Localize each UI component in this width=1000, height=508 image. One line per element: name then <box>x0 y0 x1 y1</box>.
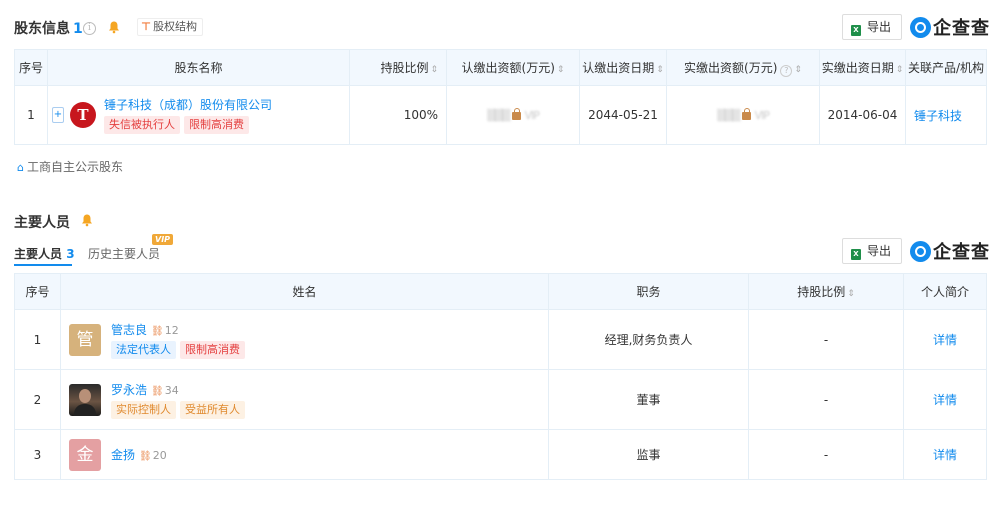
related-product-link[interactable]: 锤子科技 <box>905 85 987 145</box>
col-subscribed-amount[interactable]: 认缴出资额(万元) ⇕ <box>446 49 580 86</box>
shareholders-table: 序号 股东名称 持股比例 ⇕ 认缴出资额(万元) ⇕ 认缴出资日期 ⇕ 实缴出资额(万… <box>14 49 987 145</box>
qichacha-logo: 企查查 <box>910 239 990 263</box>
relation-count[interactable]: ⛓12 <box>151 324 179 337</box>
sort-icon[interactable]: ⇕ <box>557 65 565 75</box>
person-cell: 金 金扬 ⛓20 <box>60 429 549 480</box>
lock-icon <box>512 108 522 120</box>
paid-date-cell: 2014-06-04 <box>819 85 906 145</box>
table-row: 3 金 金扬 ⛓20 监事 - 详情 <box>14 429 987 480</box>
col-index: 序号 <box>14 273 61 310</box>
tab-key-personnel[interactable]: 主要人员 3 <box>14 245 75 262</box>
sort-icon[interactable]: ⇕ <box>847 289 855 299</box>
col-paid-amount[interactable]: 实缴出资额(万元)? ⇕ <box>666 49 820 86</box>
bell-icon[interactable] <box>107 20 121 34</box>
role-badge[interactable]: 实际控制人 <box>111 400 176 419</box>
vip-badge: VIP <box>152 234 174 245</box>
excel-icon: X <box>851 249 861 260</box>
col-name: 姓名 <box>60 273 549 310</box>
building-icon: ⌂ <box>17 161 24 174</box>
relation-icon: ⛓ <box>151 325 164 337</box>
company-name-link[interactable]: 锤子科技（成都）股份有限公司 <box>104 96 272 113</box>
subscribed-date-cell: 2044-05-21 <box>579 85 667 145</box>
shareholders-count: 1 <box>73 21 83 37</box>
paid-amount-cell[interactable]: ▒▒▒ VIP <box>666 85 820 145</box>
table-row: 1 管 管志良 ⛓12 法定代表人 限制高消费 经理,财务负责人 - 详情 <box>14 309 987 370</box>
col-paid-date[interactable]: 实缴出资日期 ⇕ <box>819 49 906 86</box>
avatar[interactable] <box>69 383 101 416</box>
ratio-cell: - <box>748 429 904 480</box>
role-badge[interactable]: 法定代表人 <box>111 340 176 359</box>
sort-icon[interactable]: ⇕ <box>656 65 664 75</box>
status-badge[interactable]: 限制高消费 <box>180 340 245 359</box>
person-name-link[interactable]: 金扬 <box>111 448 135 462</box>
personnel-header-row: 序号 姓名 职务 持股比例 ⇕ 个人简介 <box>14 273 987 310</box>
equity-structure-link[interactable]: ⊤ 股权结构 <box>137 18 204 36</box>
personnel-table: 序号 姓名 职务 持股比例 ⇕ 个人简介 1 管 管志良 ⛓12 法定代表人 限制高消… <box>14 273 987 480</box>
col-ratio[interactable]: 持股比例 ⇕ <box>349 49 447 86</box>
ratio-cell: - <box>748 369 904 430</box>
relation-count[interactable]: ⛓20 <box>139 449 167 462</box>
detail-link[interactable]: 详情 <box>903 309 987 370</box>
table-row: 1 + T 锤子科技（成都）股份有限公司 失信被执行人 限制高消费 100% ▒▒… <box>14 85 987 145</box>
shareholder-name-cell: + T 锤子科技（成都）股份有限公司 失信被执行人 限制高消费 <box>47 85 350 145</box>
export-button[interactable]: X 导出 <box>842 14 902 40</box>
excel-icon: X <box>851 25 861 36</box>
status-badge[interactable]: 失信被执行人 <box>104 116 180 134</box>
person-name-link[interactable]: 罗永浩 <box>111 383 147 397</box>
avatar[interactable]: 金 <box>69 438 101 471</box>
shareholders-title: 股东信息 1 <box>14 21 83 37</box>
row-index: 3 <box>14 429 61 480</box>
structure-icon: ⊤ <box>141 20 152 33</box>
status-badge[interactable]: 限制高消费 <box>184 116 249 134</box>
help-icon[interactable]: ? <box>780 64 793 77</box>
shareholders-header-row: 序号 股东名称 持股比例 ⇕ 认缴出资额(万元) ⇕ 认缴出资日期 ⇕ 实缴出资额(万… <box>14 49 987 86</box>
tab-history-personnel[interactable]: 历史主要人员 <box>88 245 160 262</box>
position-cell: 董事 <box>548 369 749 430</box>
sort-icon[interactable]: ⇕ <box>794 65 802 75</box>
person-name-link[interactable]: 管志良 <box>111 323 147 337</box>
sort-icon[interactable]: ⇕ <box>430 65 438 75</box>
info-icon[interactable]: i <box>83 22 96 35</box>
relation-count[interactable]: ⛓34 <box>151 384 179 397</box>
ratio-cell: - <box>748 309 904 370</box>
sort-icon[interactable]: ⇕ <box>896 65 904 75</box>
position-cell: 经理,财务负责人 <box>548 309 749 370</box>
col-position: 职务 <box>548 273 749 310</box>
col-bio: 个人简介 <box>903 273 987 310</box>
logo-mark-icon <box>910 240 931 262</box>
public-shareholders-link[interactable]: ⌂ 工商自主公示股东 <box>17 158 123 175</box>
expand-icon[interactable]: + <box>52 107 64 123</box>
avatar[interactable]: 管 <box>69 323 101 356</box>
row-index: 1 <box>14 309 61 370</box>
person-cell: 罗永浩 ⛓34 实际控制人 受益所有人 <box>60 369 549 430</box>
export-button[interactable]: X 导出 <box>842 238 902 264</box>
position-cell: 监事 <box>548 429 749 480</box>
qichacha-logo: 企查查 <box>910 15 990 39</box>
person-cell: 管 管志良 ⛓12 法定代表人 限制高消费 <box>60 309 549 370</box>
col-related: 关联产品/机构 <box>905 49 987 86</box>
logo-mark-icon <box>910 16 931 38</box>
detail-link[interactable]: 详情 <box>903 369 987 430</box>
relation-icon: ⛓ <box>139 451 152 462</box>
col-ratio[interactable]: 持股比例 ⇕ <box>748 273 904 310</box>
ratio-cell: 100% <box>349 85 447 145</box>
bell-icon[interactable] <box>80 213 94 227</box>
col-subscribed-date[interactable]: 认缴出资日期 ⇕ <box>579 49 667 86</box>
col-index: 序号 <box>14 49 48 86</box>
relation-icon: ⛓ <box>151 385 164 397</box>
active-tab-indicator <box>14 264 72 266</box>
role-badge[interactable]: 受益所有人 <box>180 400 245 419</box>
subscribed-amount-cell[interactable]: ▒▒▒ VIP <box>446 85 580 145</box>
row-index: 2 <box>14 369 61 430</box>
detail-link[interactable]: 详情 <box>903 429 987 480</box>
personnel-title: 主要人员 <box>14 215 70 231</box>
lock-icon <box>742 108 752 120</box>
row-index: 1 <box>14 85 48 145</box>
company-logo: T <box>70 102 96 128</box>
table-row: 2 罗永浩 ⛓34 实际控制人 受益所有人 董事 - 详情 <box>14 369 987 430</box>
col-shareholder-name: 股东名称 <box>47 49 350 86</box>
